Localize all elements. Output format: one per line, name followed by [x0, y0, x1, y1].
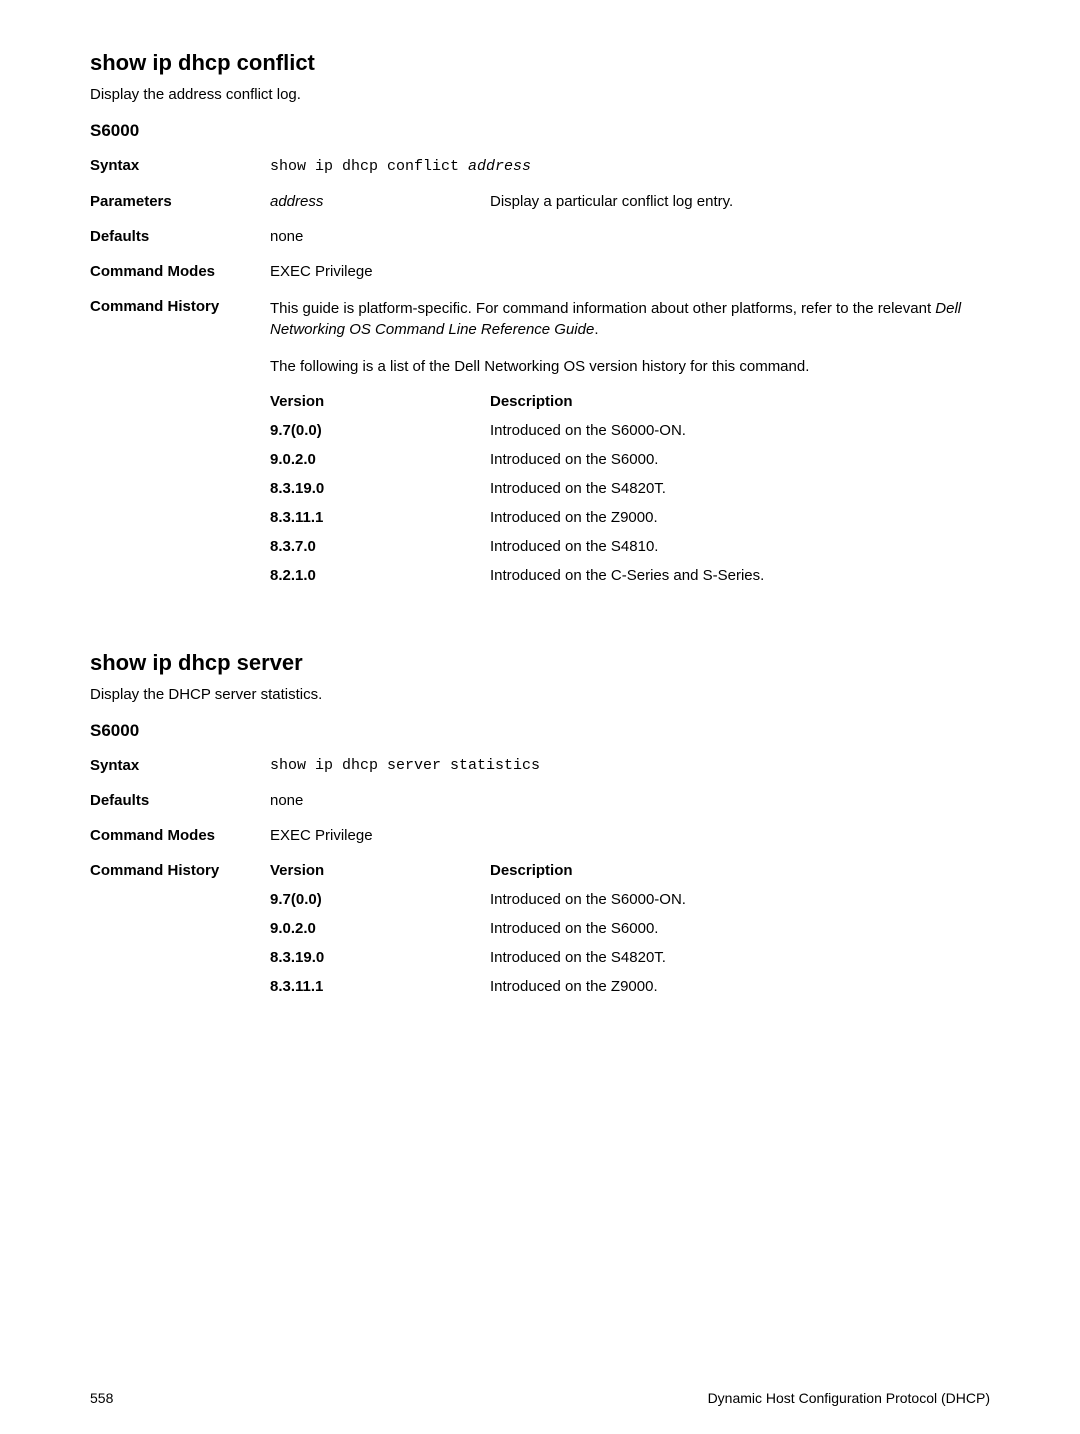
version-desc: Introduced on the Z9000. [490, 509, 990, 538]
param-row: address Display a particular conflict lo… [270, 193, 990, 210]
value-syntax: show ip dhcp conflict address [270, 157, 990, 193]
value-parameters: address Display a particular conflict lo… [270, 193, 990, 228]
label-syntax: Syntax [90, 157, 270, 193]
history-text-a: This guide is platform-specific. For com… [270, 300, 935, 317]
version-row: 9.7(0.0) Introduced on the S6000-ON. [270, 891, 990, 920]
section-subtitle: Display the DHCP server statistics. [90, 686, 990, 703]
version-desc: Introduced on the C-Series and S-Series. [490, 567, 990, 596]
version-row: 8.3.19.0 Introduced on the S4820T. [270, 480, 990, 509]
value-modes: EXEC Privilege [270, 263, 990, 298]
value-modes: EXEC Privilege [270, 827, 990, 862]
label-modes: Command Modes [90, 827, 270, 862]
model-label: S6000 [90, 121, 990, 141]
footer-title: Dynamic Host Configuration Protocol (DHC… [708, 1390, 990, 1406]
section-show-ip-dhcp-server: show ip dhcp server Display the DHCP ser… [90, 650, 990, 1025]
label-defaults: Defaults [90, 228, 270, 263]
version-desc: Introduced on the S4820T. [490, 480, 990, 509]
version-row: 8.3.11.1 Introduced on the Z9000. [270, 509, 990, 538]
version-num: 8.3.19.0 [270, 480, 490, 509]
version-header-row: Version Description [270, 862, 990, 891]
row-syntax: Syntax show ip dhcp conflict address [90, 157, 990, 193]
version-table: Version Description 9.7(0.0) Introduced … [270, 393, 990, 596]
row-syntax: Syntax show ip dhcp server statistics [90, 757, 990, 792]
version-num: 8.3.11.1 [270, 978, 490, 1007]
syntax-prefix: show ip dhcp conflict [270, 158, 468, 175]
model-label: S6000 [90, 721, 990, 741]
version-num: 9.7(0.0) [270, 891, 490, 920]
section-gap [90, 614, 990, 650]
footer: 558 Dynamic Host Configuration Protocol … [90, 1390, 990, 1406]
value-defaults: none [270, 228, 990, 263]
version-row: 9.0.2.0 Introduced on the S6000. [270, 451, 990, 480]
row-parameters: Parameters address Display a particular … [90, 193, 990, 228]
label-modes: Command Modes [90, 263, 270, 298]
section-title: show ip dhcp conflict [90, 50, 990, 76]
version-row: 8.3.7.0 Introduced on the S4810. [270, 538, 990, 567]
version-num: 9.0.2.0 [270, 920, 490, 949]
version-desc: Introduced on the S4810. [490, 538, 990, 567]
section-show-ip-dhcp-conflict: show ip dhcp conflict Display the addres… [90, 50, 990, 614]
definition-table: Syntax show ip dhcp server statistics De… [90, 757, 990, 1025]
version-desc: Introduced on the S6000-ON. [490, 422, 990, 451]
version-desc: Introduced on the Z9000. [490, 978, 990, 1007]
definition-table: Syntax show ip dhcp conflict address Par… [90, 157, 990, 614]
version-num: 8.3.11.1 [270, 509, 490, 538]
version-row: 9.0.2.0 Introduced on the S6000. [270, 920, 990, 949]
label-history: Command History [90, 862, 270, 1025]
version-header-row: Version Description [270, 393, 990, 422]
version-num: 9.0.2.0 [270, 451, 490, 480]
version-row: 8.2.1.0 Introduced on the C-Series and S… [270, 567, 990, 596]
version-desc: Introduced on the S6000. [490, 451, 990, 480]
row-modes: Command Modes EXEC Privilege [90, 827, 990, 862]
value-defaults: none [270, 792, 990, 827]
history-text-c: . [594, 321, 598, 338]
label-history: Command History [90, 298, 270, 614]
value-history: Version Description 9.7(0.0) Introduced … [270, 862, 990, 1025]
version-num: 9.7(0.0) [270, 422, 490, 451]
row-defaults: Defaults none [90, 228, 990, 263]
version-row: 9.7(0.0) Introduced on the S6000-ON. [270, 422, 990, 451]
label-parameters: Parameters [90, 193, 270, 228]
label-syntax: Syntax [90, 757, 270, 792]
version-desc: Introduced on the S6000-ON. [490, 891, 990, 920]
row-modes: Command Modes EXEC Privilege [90, 263, 990, 298]
row-history: Command History This guide is platform-s… [90, 298, 990, 614]
param-key: address [270, 193, 490, 210]
section-subtitle: Display the address conflict log. [90, 86, 990, 103]
version-row: 8.3.19.0 Introduced on the S4820T. [270, 949, 990, 978]
value-syntax: show ip dhcp server statistics [270, 757, 990, 792]
value-history: This guide is platform-specific. For com… [270, 298, 990, 614]
label-defaults: Defaults [90, 792, 270, 827]
version-header-left: Version [270, 393, 490, 422]
version-table: Version Description 9.7(0.0) Introduced … [270, 862, 990, 1007]
section-title: show ip dhcp server [90, 650, 990, 676]
version-num: 8.2.1.0 [270, 567, 490, 596]
version-row: 8.3.11.1 Introduced on the Z9000. [270, 978, 990, 1007]
history-para-1: This guide is platform-specific. For com… [270, 298, 990, 340]
param-desc: Display a particular conflict log entry. [490, 193, 990, 210]
history-para-2: The following is a list of the Dell Netw… [270, 356, 990, 377]
version-header-right: Description [490, 862, 990, 891]
version-header-right: Description [490, 393, 990, 422]
version-desc: Introduced on the S4820T. [490, 949, 990, 978]
version-num: 8.3.19.0 [270, 949, 490, 978]
version-num: 8.3.7.0 [270, 538, 490, 567]
row-history: Command History Version Description 9.7(… [90, 862, 990, 1025]
version-desc: Introduced on the S6000. [490, 920, 990, 949]
page-number: 558 [90, 1390, 113, 1406]
version-header-left: Version [270, 862, 490, 891]
row-defaults: Defaults none [90, 792, 990, 827]
syntax-arg: address [468, 158, 531, 175]
